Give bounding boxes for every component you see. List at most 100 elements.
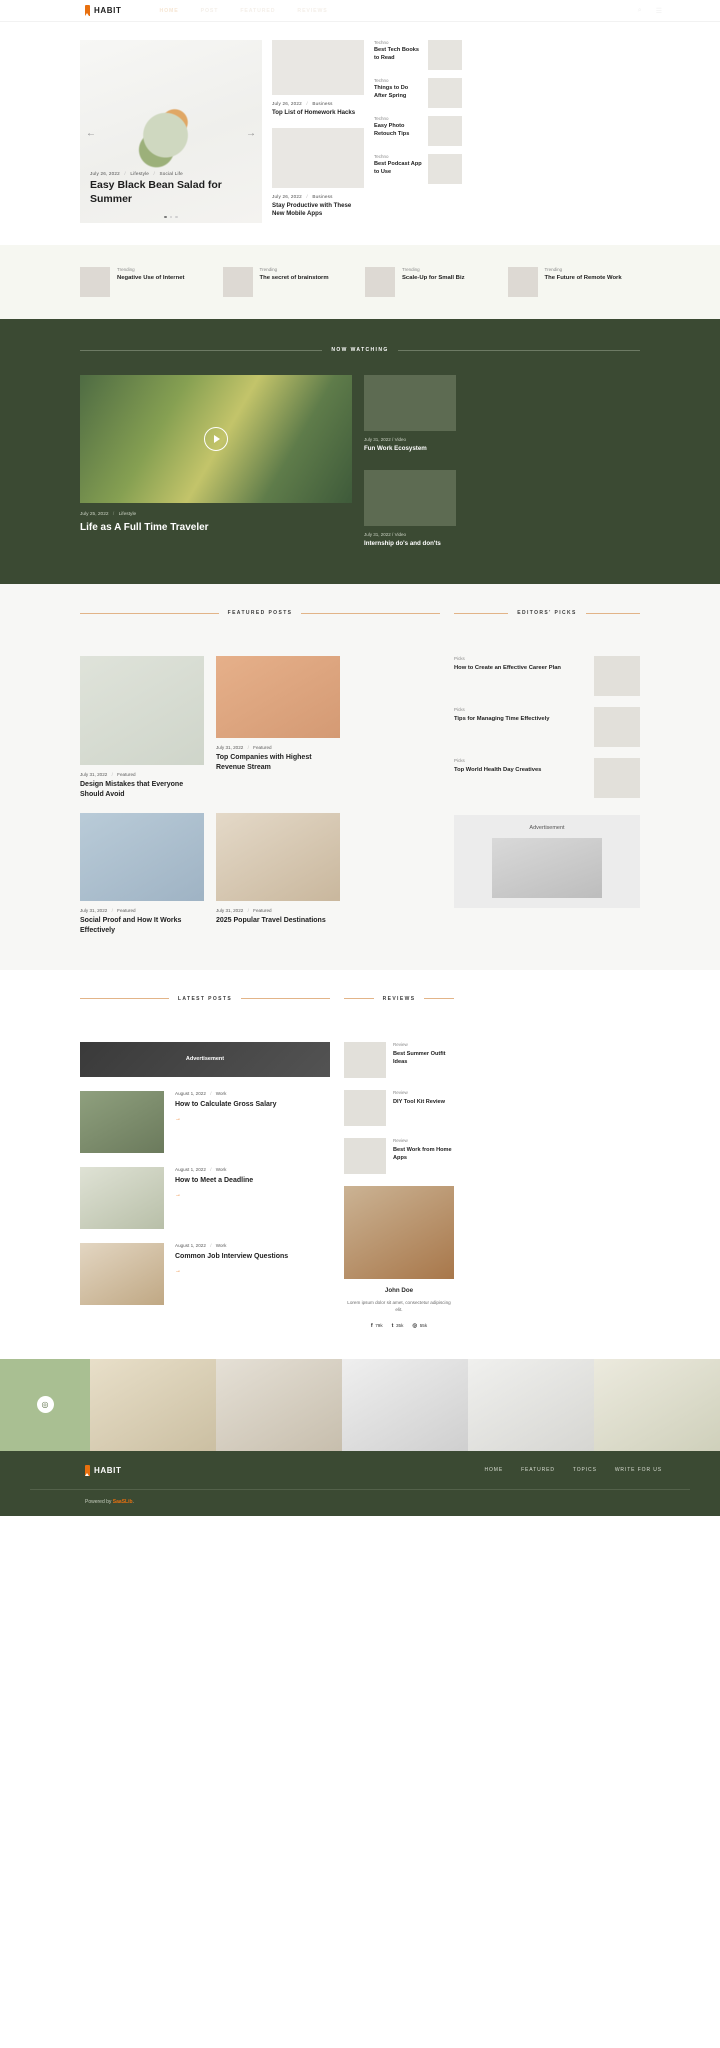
nav-item-post[interactable]: POST [201, 8, 219, 14]
hero-cat-1[interactable]: Lifestyle [130, 171, 149, 176]
pick-item[interactable]: Picks Top World Health Day Creatives [454, 758, 640, 799]
hero-card[interactable]: July 26, 2022 / Business Top List of Hom… [272, 40, 364, 117]
video-side-cat[interactable]: Video [395, 437, 406, 442]
nav-item-home[interactable]: HOME [159, 8, 178, 14]
review-cat[interactable]: Review [393, 1090, 445, 1095]
instagram-badge[interactable]: ◎ [0, 1358, 90, 1451]
trending-item[interactable]: Trending The Future of Remote Work [507, 267, 641, 297]
hero-title[interactable]: Easy Black Bean Salad for Summer [90, 179, 252, 207]
latest-post-item[interactable]: August 1, 2022 / Work Common Job Intervi… [80, 1242, 330, 1305]
featured-card-title[interactable]: Design Mistakes that Everyone Should Avo… [80, 780, 204, 800]
review-cat[interactable]: Review [393, 1042, 454, 1047]
search-icon[interactable]: ⌕ [638, 7, 642, 15]
techno-title[interactable]: Best Podcast App to Use [374, 161, 422, 177]
brand-logo[interactable]: HABIT [85, 5, 121, 16]
latest-post-cat[interactable]: Work [216, 1091, 227, 1096]
slider-dot[interactable] [169, 215, 173, 218]
techno-title[interactable]: Best Tech Books to Read [374, 47, 422, 63]
video-side-title[interactable]: Fun Work Ecosystem [364, 445, 456, 454]
hero-slider[interactable]: ← → July 26, 2022 / Lifestyle / Social L… [80, 40, 262, 223]
featured-card-title[interactable]: Social Proof and How It Works Effectivel… [80, 916, 204, 936]
trending-item[interactable]: Trending Scale-Up for Small Biz [365, 267, 498, 297]
social-twitter[interactable]: t 35k [392, 1323, 404, 1329]
slider-dots[interactable] [80, 215, 262, 218]
pick-item[interactable]: Picks How to Create an Effective Career … [454, 656, 640, 697]
latest-post-item[interactable]: August 1, 2022 / Work How to Meet a Dead… [80, 1166, 330, 1229]
latest-post-item[interactable]: August 1, 2022 / Work How to Calculate G… [80, 1090, 330, 1153]
social-instagram[interactable]: ◎ 55k [412, 1323, 427, 1329]
menu-icon[interactable]: ☰ [656, 7, 662, 15]
social-facebook[interactable]: f 79k [371, 1323, 383, 1329]
featured-card-cat[interactable]: Featured [117, 908, 135, 913]
slider-next-icon[interactable]: → [246, 128, 256, 139]
pick-cat[interactable]: Picks [454, 758, 586, 763]
latest-post-title[interactable]: How to Calculate Gross Salary [175, 1100, 277, 1110]
instagram-cell[interactable] [216, 1358, 342, 1451]
review-title[interactable]: Best Summer Outfit Ideas [393, 1050, 454, 1066]
hero-card-title[interactable]: Top List of Homework Hacks [272, 109, 364, 117]
featured-card-cat[interactable]: Featured [253, 908, 271, 913]
footer-nav-home[interactable]: HOME [484, 1467, 503, 1473]
arrow-right-icon[interactable]: → [175, 1116, 277, 1122]
trending-title[interactable]: Scale-Up for Small Biz [402, 274, 465, 283]
techno-cat[interactable]: Techno [374, 154, 422, 159]
hero-card[interactable]: July 26, 2022 / Business Stay Productive… [272, 128, 364, 218]
pick-title[interactable]: Top World Health Day Creatives [454, 766, 586, 774]
video-thumbnail[interactable] [80, 375, 352, 503]
review-title[interactable]: Best Work from Home Apps [393, 1146, 454, 1162]
featured-card[interactable]: July 31, 2022 / Featured Design Mistakes… [80, 656, 204, 800]
arrow-right-icon[interactable]: → [175, 1192, 253, 1198]
video-side-cat[interactable]: Video [395, 532, 406, 537]
pick-item[interactable]: Picks Tips for Managing Time Effectively [454, 707, 640, 748]
latest-post-title[interactable]: How to Meet a Deadline [175, 1176, 253, 1186]
featured-card-cat[interactable]: Featured [253, 745, 271, 750]
featured-card[interactable]: July 31, 2022 / Featured Social Proof an… [80, 812, 204, 936]
techno-item[interactable]: Techno Things to Do After Spring [374, 78, 462, 108]
slider-prev-icon[interactable]: ← [86, 128, 96, 139]
video-side-item[interactable]: July 31, 2022 / Video Fun Work Ecosystem [364, 375, 456, 454]
play-icon[interactable] [204, 427, 228, 451]
review-item[interactable]: Review DIY Tool Kit Review [344, 1089, 454, 1126]
video-cat[interactable]: Lifestyle [119, 512, 137, 517]
featured-card[interactable]: July 31, 2022 / Featured 2025 Popular Tr… [216, 812, 340, 936]
review-cat[interactable]: Review [393, 1138, 454, 1143]
trending-title[interactable]: The Future of Remote Work [545, 274, 622, 283]
featured-card-cat[interactable]: Featured [117, 772, 135, 777]
featured-card[interactable]: July 31, 2022 / Featured Top Companies w… [216, 656, 340, 800]
techno-cat[interactable]: Techno [374, 116, 422, 121]
hero-cat-2[interactable]: Social Life [160, 171, 183, 176]
footer-brand[interactable]: HABIT [85, 1464, 121, 1476]
arrow-right-icon[interactable]: → [175, 1268, 288, 1274]
techno-item[interactable]: Techno Best Podcast App to Use [374, 154, 462, 184]
instagram-cell[interactable] [594, 1358, 720, 1451]
pick-cat[interactable]: Picks [454, 656, 586, 661]
hero-card-cat[interactable]: Business [312, 101, 332, 106]
trending-item[interactable]: Trending The secret of brainstorm [222, 267, 356, 297]
nav-item-featured[interactable]: FEATURED [240, 8, 275, 14]
latest-post-title[interactable]: Common Job Interview Questions [175, 1252, 288, 1262]
pick-title[interactable]: How to Create an Effective Career Plan [454, 664, 586, 672]
advertisement-block[interactable]: Advertisement [454, 815, 640, 909]
instagram-icon[interactable]: ◎ [36, 1396, 54, 1414]
techno-title[interactable]: Things to Do After Spring [374, 85, 422, 101]
techno-title[interactable]: Easy Photo Retouch Tips [374, 123, 422, 139]
slider-dot[interactable] [164, 215, 167, 218]
latest-post-cat[interactable]: Work [216, 1243, 227, 1248]
review-title[interactable]: DIY Tool Kit Review [393, 1098, 445, 1106]
video-side-title[interactable]: Internship do's and don'ts [364, 540, 456, 549]
latest-post-cat[interactable]: Work [216, 1167, 227, 1172]
featured-card-title[interactable]: Top Companies with Highest Revenue Strea… [216, 753, 340, 773]
instagram-cell[interactable] [468, 1358, 594, 1451]
techno-cat[interactable]: Techno [374, 78, 422, 83]
slider-dot[interactable] [175, 215, 178, 218]
video-feature[interactable]: July 25, 2022 / Lifestyle Life as A Full… [80, 375, 352, 548]
footer-credit-brand[interactable]: SaaSLib [113, 1499, 133, 1505]
techno-item[interactable]: Techno Easy Photo Retouch Tips [374, 116, 462, 146]
review-item[interactable]: Review Best Work from Home Apps [344, 1137, 454, 1174]
pick-title[interactable]: Tips for Managing Time Effectively [454, 715, 586, 723]
video-side-item[interactable]: July 31, 2022 / Video Internship do's an… [364, 469, 456, 549]
trending-title[interactable]: The secret of brainstorm [260, 274, 329, 283]
pick-cat[interactable]: Picks [454, 707, 586, 712]
nav-item-reviews[interactable]: REVIEWS [297, 8, 327, 14]
techno-cat[interactable]: Techno [374, 40, 422, 45]
